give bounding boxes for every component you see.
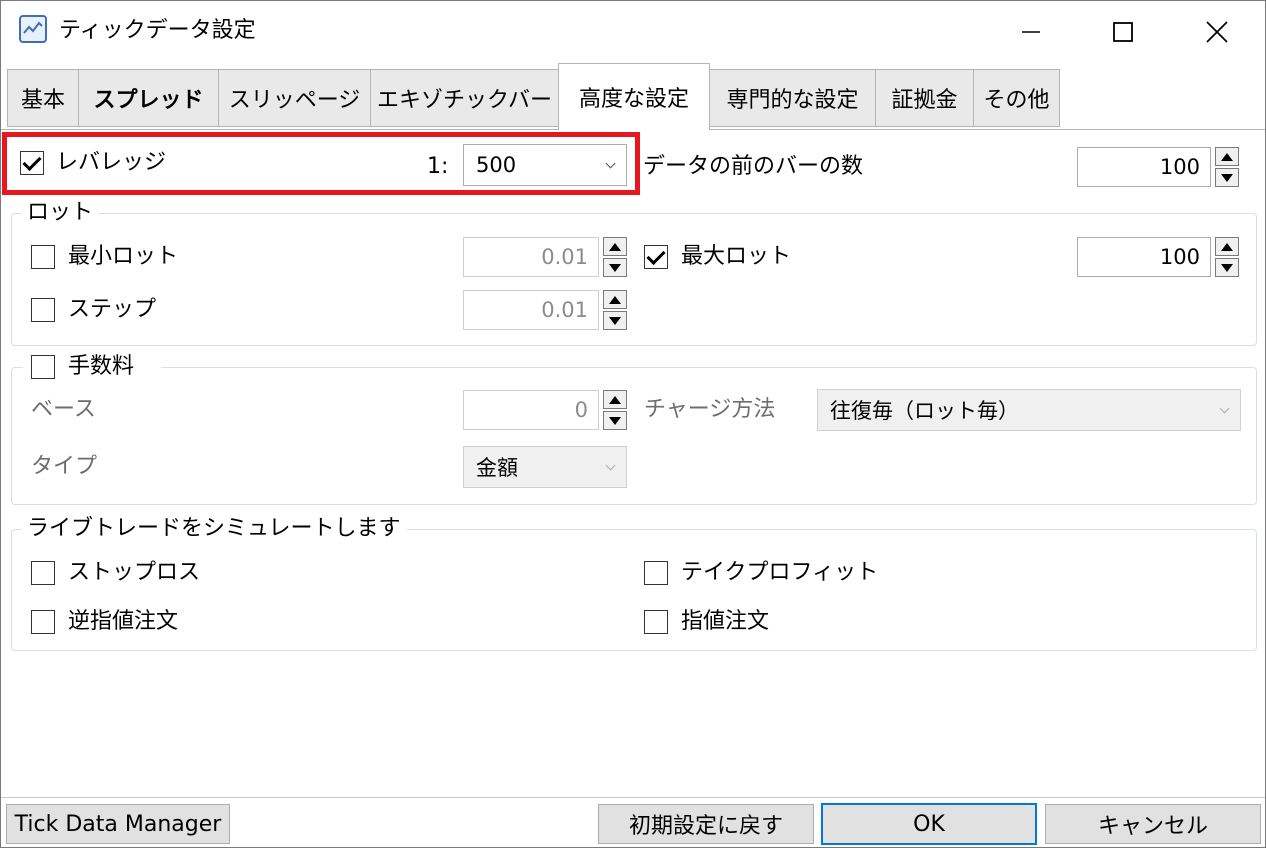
tick-data-settings-window: ティックデータ設定 基本 スプレッド スリッページ エキゾチックバー 高度な設定…: [0, 0, 1266, 848]
max-lot-spinner[interactable]: [1215, 237, 1239, 277]
stop-order-checkbox[interactable]: [31, 610, 55, 634]
base-label: ベース: [31, 397, 96, 422]
minimize-button[interactable]: [985, 1, 1077, 63]
tab-advanced-settings[interactable]: 高度な設定: [558, 63, 710, 130]
limit-order-label: 指値注文: [681, 609, 770, 634]
tab-exotic-bars[interactable]: エキゾチックバー: [370, 69, 559, 127]
type-label: タイプ: [31, 454, 98, 479]
tab-basic[interactable]: 基本: [7, 69, 79, 127]
lot-group-title: ロット: [21, 199, 100, 227]
maximize-button[interactable]: [1077, 1, 1169, 63]
tab-expert-settings[interactable]: 専門的な設定: [709, 69, 876, 127]
close-icon: [1206, 21, 1228, 43]
spin-up-icon[interactable]: [1215, 147, 1239, 166]
stop-loss-checkbox[interactable]: [31, 561, 55, 585]
close-button[interactable]: [1171, 1, 1263, 63]
charge-method-select[interactable]: 往復毎（ロット毎）: [817, 389, 1241, 431]
tab-spread[interactable]: スプレッド: [78, 69, 219, 127]
spin-up-icon[interactable]: [603, 290, 627, 309]
charge-method-label: チャージ方法: [644, 397, 776, 422]
reset-defaults-button[interactable]: 初期設定に戻す: [598, 804, 814, 844]
take-profit-label: テイクプロフィット: [681, 560, 879, 585]
min-lot-checkbox[interactable]: [31, 245, 55, 269]
ok-button[interactable]: OK: [821, 803, 1037, 845]
window-title: ティックデータ設定: [59, 18, 256, 43]
type-select[interactable]: 金額: [463, 446, 627, 488]
max-lot-input[interactable]: 100: [1077, 237, 1211, 277]
spin-up-icon[interactable]: [603, 237, 627, 256]
red-highlight-box: [2, 132, 640, 195]
max-lot-checkbox[interactable]: [644, 245, 668, 269]
minimize-icon: [1022, 31, 1040, 33]
take-profit-checkbox[interactable]: [644, 561, 668, 585]
tab-slippage[interactable]: スリッページ: [218, 69, 371, 127]
bars-before-data-label: データの前のバーの数: [643, 154, 864, 179]
bottom-divider: [1, 797, 1265, 798]
step-spinner[interactable]: [603, 290, 627, 330]
step-label: ステップ: [68, 297, 157, 322]
spin-down-icon[interactable]: [603, 411, 627, 430]
commission-checkbox[interactable]: [31, 355, 55, 379]
simulate-live-trading-group: [11, 529, 1257, 651]
charge-method-value: 往復毎（ロット毎）: [830, 399, 1019, 423]
spin-down-icon[interactable]: [603, 258, 627, 277]
stop-order-label: 逆指値注文: [68, 609, 179, 634]
cancel-button[interactable]: キャンセル: [1045, 804, 1261, 844]
maximize-icon: [1113, 22, 1133, 42]
spin-down-icon[interactable]: [603, 311, 627, 330]
tab-margin[interactable]: 証拠金: [875, 69, 974, 127]
type-value: 金額: [476, 456, 518, 480]
min-lot-label: 最小ロット: [68, 244, 179, 269]
chart-window-icon: [19, 15, 47, 43]
spin-down-icon[interactable]: [1215, 168, 1239, 187]
chevron-down-icon: [605, 460, 616, 471]
bars-before-data-input[interactable]: 100: [1077, 147, 1211, 187]
spin-up-icon[interactable]: [603, 390, 627, 409]
limit-order-checkbox[interactable]: [644, 610, 668, 634]
tick-data-manager-button[interactable]: Tick Data Manager: [6, 804, 230, 844]
chevron-down-icon: [1219, 403, 1230, 414]
min-lot-input[interactable]: 0.01: [463, 237, 599, 277]
base-input[interactable]: 0: [463, 390, 599, 430]
lot-group: [11, 213, 1257, 346]
simulate-live-trading-title: ライブトレードをシミュレートします: [21, 515, 407, 543]
tab-other[interactable]: その他: [973, 69, 1060, 127]
commission-group: [11, 367, 1257, 505]
min-lot-spinner[interactable]: [603, 237, 627, 277]
spin-up-icon[interactable]: [1215, 237, 1239, 256]
bars-before-data-spinner[interactable]: [1215, 147, 1239, 187]
stop-loss-label: ストップロス: [68, 560, 201, 585]
max-lot-label: 最大ロット: [681, 244, 792, 269]
step-checkbox[interactable]: [31, 298, 55, 322]
step-input[interactable]: 0.01: [463, 290, 599, 330]
commission-label: 手数料: [68, 354, 135, 379]
spin-down-icon[interactable]: [1215, 258, 1239, 277]
base-spinner[interactable]: [603, 390, 627, 430]
